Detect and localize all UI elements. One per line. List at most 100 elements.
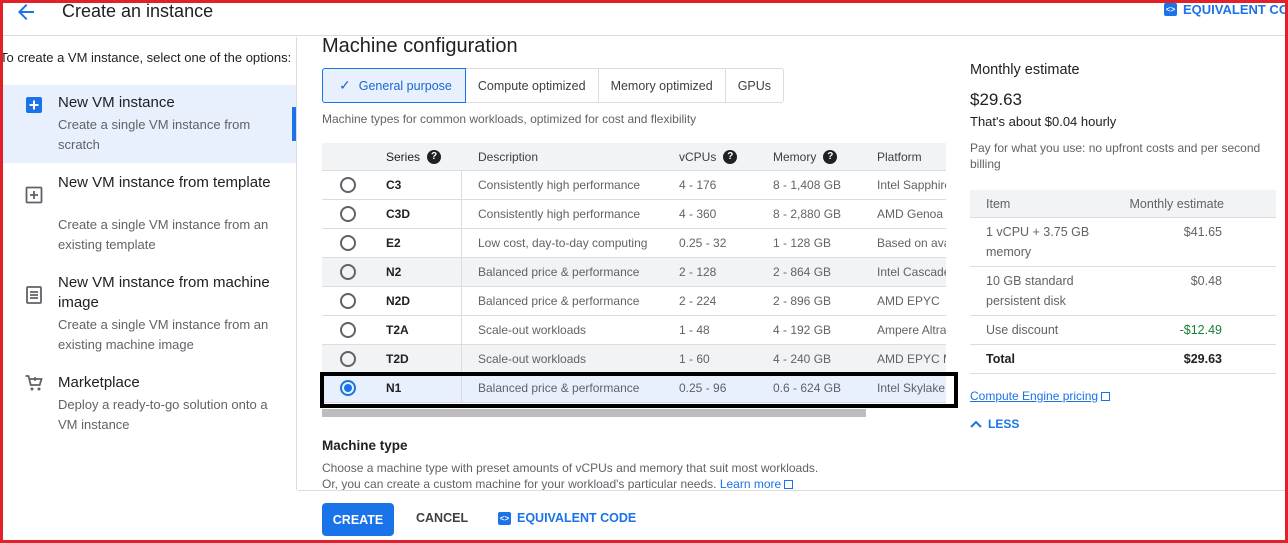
tab-compute-optimized[interactable]: Compute optimized [465,68,599,103]
table-row[interactable]: N2 Balanced price & performance 2 - 128 2 -… [322,258,946,287]
estimate-title: Monthly estimate [970,62,1080,78]
check-icon: ✓ [339,77,351,93]
platform-cell: Intel Cascade [877,265,946,279]
column-label: vCPUs [679,149,717,164]
vcpus-cell: 2 - 128 [679,265,717,279]
cancel-button[interactable]: CANCEL [416,511,468,525]
platform-cell: AMD EPYC [877,294,940,308]
estimate-cost: $29.63 [1183,352,1222,366]
page-header: Create an instance <> EQUIVALENT CODE [0,0,1288,36]
machine-configuration-section: Machine configuration ✓ General purpose … [298,35,958,491]
vcpus-cell: 0.25 - 32 [679,236,727,250]
table-row[interactable]: T2D Scale-out workloads 1 - 60 4 - 240 GB AM… [322,345,946,374]
option-title: Marketplace [58,374,140,391]
vcpus-cell: 4 - 360 [679,207,717,221]
series-cell: C3D [386,200,462,228]
code-icon: <> [498,511,511,525]
table-row[interactable]: T2A Scale-out workloads 1 - 48 4 - 192 GB Am… [322,316,946,345]
machine-series-table: Series ? Description vCPUs ? Memory ? Pl… [322,143,946,403]
equivalent-code-label: EQUIVALENT CODE [517,511,637,525]
radio-button[interactable] [340,206,356,222]
series-radio[interactable] [340,171,360,199]
option-title: New VM instance from template [58,174,271,191]
option-title: New VM instance from machine image [58,274,270,311]
tab-gpus[interactable]: GPUs [725,68,785,103]
memory-cell: 1 - 128 GB [773,236,832,250]
monthly-estimate-panel: Monthly estimate $29.63 That's about $0.… [970,37,1280,490]
column-header-platform: Platform [877,149,922,164]
radio-button[interactable] [340,235,356,251]
table-row[interactable]: C3D Consistently high performance 4 - 360 8… [322,200,946,229]
estimate-row: Use discount -$12.49 [970,316,1276,345]
estimate-table: Item Monthly estimate 1 vCPU + 3.75 GB m… [970,190,1276,374]
less-button[interactable]: LESS [970,417,1019,431]
estimate-column-item: Item [986,197,1011,211]
radio-button[interactable] [340,351,356,367]
estimate-cost: $0.48 [1190,274,1222,288]
creation-options-panel: To create a VM instance, select one of t… [0,37,297,490]
machine-type-title: Machine type [322,438,408,453]
series-radio[interactable] [340,287,360,315]
radio-button[interactable] [340,293,356,309]
estimate-item: 10 GB standard persistent disk [986,274,1074,308]
help-icon[interactable]: ? [427,149,442,164]
equivalent-code-button[interactable]: <> EQUIVALENT CODE [498,511,636,525]
learn-more-link[interactable]: Learn more [719,477,794,491]
series-radio[interactable] [340,200,360,228]
radio-button[interactable] [340,264,356,280]
memory-cell: 8 - 1,408 GB [773,178,842,192]
tab-label: Memory optimized [610,78,713,93]
header-equivalent-code-button[interactable]: <> EQUIVALENT CODE [1164,2,1288,17]
platform-cell: AMD Genoa [877,207,944,221]
option-new-vm-instance[interactable]: New VM instance Create a single VM insta… [0,85,296,163]
horizontal-scrollbar[interactable] [322,409,866,417]
table-row[interactable]: C3 Consistently high performance 4 - 176 8 … [322,171,946,200]
memory-cell: 2 - 896 GB [773,294,832,308]
machine-type-description-2: Or, you can create a custom machine for … [322,477,794,491]
column-header-series: Series ? [386,143,462,170]
estimate-item: Total [986,352,1015,366]
estimate-item: Use discount [986,323,1059,337]
option-marketplace[interactable]: Marketplace Deploy a ready-to-go solutio… [0,365,296,435]
estimate-total-row: Total $29.63 [970,345,1276,374]
estimate-hourly: That's about $0.04 hourly [970,114,1117,129]
external-link-icon [1101,392,1111,401]
series-radio[interactable] [340,345,360,373]
header-equivalent-code-label: EQUIVALENT CODE [1183,2,1288,17]
help-icon[interactable]: ? [723,149,738,164]
description-cell: Scale-out workloads [478,323,587,337]
option-vm-from-template[interactable]: New VM instance from template Create a s… [0,165,296,255]
memory-cell: 4 - 192 GB [773,323,832,337]
compute-engine-pricing-link[interactable]: Compute Engine pricing [970,389,1111,403]
option-title: New VM instance [58,94,175,111]
option-vm-from-machine-image[interactable]: New VM instance from machine image Creat… [0,265,296,355]
table-header-row: Series ? Description vCPUs ? Memory ? Pl… [322,143,946,171]
column-label: Memory [773,149,817,164]
description-cell: Balanced price & performance [478,265,640,279]
machine-family-tabs: ✓ General purpose Compute optimized Memo… [322,68,785,103]
back-arrow-icon[interactable] [14,0,38,24]
column-header-memory: Memory ? [773,143,873,170]
table-row[interactable]: N2D Balanced price & performance 2 - 224 2 … [322,287,946,316]
tab-label: Compute optimized [477,78,586,93]
series-radio[interactable] [340,229,360,257]
estimate-note: Pay for what you use: no upfront costs a… [970,141,1261,171]
estimate-price: $29.63 [970,90,1022,109]
description-cell: Consistently high performance [478,207,641,221]
radio-button[interactable] [340,322,356,338]
create-button[interactable]: CREATE [322,503,394,536]
series-radio[interactable] [340,316,360,344]
template-icon [25,186,43,204]
estimate-header-row: Item Monthly estimate [970,190,1276,218]
series-radio[interactable] [340,258,360,286]
help-icon[interactable]: ? [823,149,838,164]
learn-more-label: Learn more [719,477,782,491]
vcpus-cell: 2 - 224 [679,294,717,308]
platform-cell: Intel Sapphire [877,178,946,192]
memory-cell: 4 - 240 GB [773,352,832,366]
radio-button[interactable] [340,177,356,193]
tab-general-purpose[interactable]: ✓ General purpose [322,68,466,103]
series-cell: C3 [386,171,462,199]
tab-memory-optimized[interactable]: Memory optimized [598,68,726,103]
table-row[interactable]: E2 Low cost, day-to-day computing 0.25 - 3… [322,229,946,258]
